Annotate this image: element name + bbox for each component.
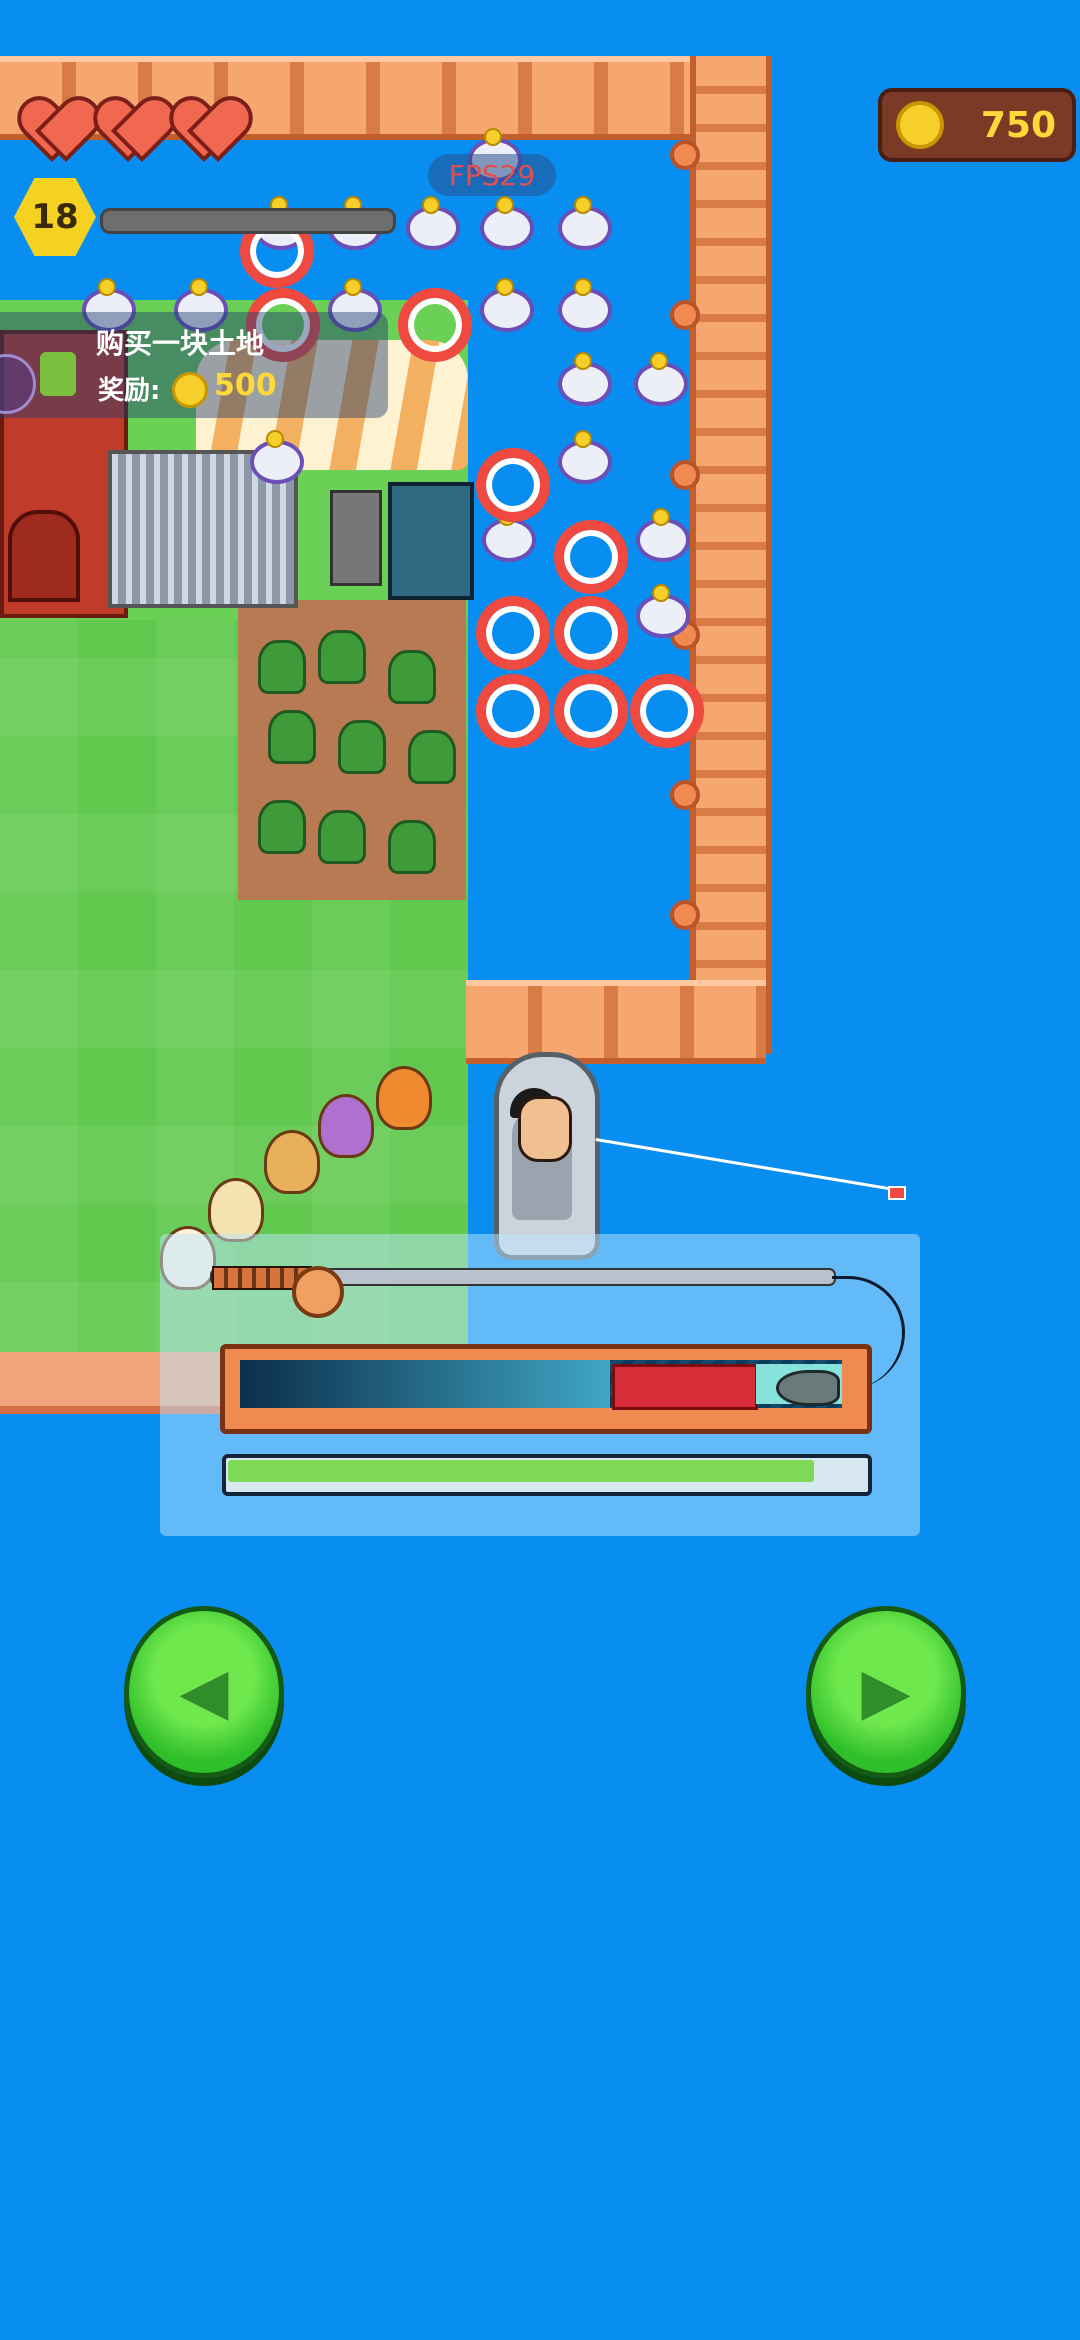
crop-plant[interactable] bbox=[258, 640, 306, 694]
drone[interactable] bbox=[472, 278, 534, 332]
drone[interactable] bbox=[550, 196, 612, 250]
xp-bar bbox=[100, 208, 396, 234]
quest-reward-label: 奖励: bbox=[98, 376, 161, 406]
fence-bottom bbox=[466, 980, 766, 1064]
machine[interactable] bbox=[388, 482, 474, 600]
fence-post bbox=[670, 300, 700, 330]
drone[interactable] bbox=[242, 430, 304, 484]
coin-counter[interactable]: 750 bbox=[878, 88, 1076, 162]
life-ring[interactable] bbox=[476, 674, 550, 748]
pet-carrot[interactable] bbox=[376, 1066, 432, 1130]
tension-catch-zone bbox=[612, 1364, 758, 1410]
drone[interactable] bbox=[550, 278, 612, 332]
move-left-button[interactable]: ◀ bbox=[124, 1606, 284, 1778]
move-right-button[interactable]: ▶ bbox=[806, 1606, 966, 1778]
fence-post bbox=[670, 460, 700, 490]
heart-icon bbox=[98, 100, 164, 160]
drone[interactable] bbox=[628, 508, 690, 562]
quest-side-icon bbox=[0, 354, 36, 414]
heart-icon bbox=[22, 100, 88, 160]
coin-icon bbox=[896, 101, 944, 149]
fishing-line bbox=[595, 1138, 894, 1191]
reel-icon bbox=[292, 1266, 344, 1318]
crop-plant[interactable] bbox=[318, 630, 366, 684]
player-character bbox=[518, 1096, 572, 1162]
right-arrow-icon: ▶ bbox=[861, 1655, 911, 1729]
crop-plant[interactable] bbox=[318, 810, 366, 864]
drone[interactable] bbox=[550, 352, 612, 406]
crop-plant[interactable] bbox=[388, 820, 436, 874]
drone[interactable] bbox=[550, 430, 612, 484]
pet-radish[interactable] bbox=[208, 1178, 264, 1242]
drone[interactable] bbox=[628, 584, 690, 638]
life-ring[interactable] bbox=[476, 448, 550, 522]
drone[interactable] bbox=[398, 196, 460, 250]
quest-card[interactable]: 购买一块土地 奖励: 500 bbox=[0, 312, 388, 418]
left-arrow-icon: ◀ bbox=[179, 1655, 229, 1729]
fence-right bbox=[690, 56, 772, 1054]
pet-onion[interactable] bbox=[264, 1130, 320, 1194]
life-ring[interactable] bbox=[554, 674, 628, 748]
pet-eggplant[interactable] bbox=[318, 1094, 374, 1158]
life-ring[interactable] bbox=[398, 288, 472, 362]
drone[interactable] bbox=[626, 352, 688, 406]
drone[interactable] bbox=[472, 196, 534, 250]
coin-value: 750 bbox=[980, 104, 1056, 146]
life-ring[interactable] bbox=[554, 520, 628, 594]
coin-icon bbox=[172, 372, 208, 408]
barn-door[interactable] bbox=[8, 510, 80, 602]
fence-post bbox=[670, 900, 700, 930]
quest-reward-value: 500 bbox=[214, 368, 277, 403]
crop-plant[interactable] bbox=[258, 800, 306, 854]
quest-title: 购买一块土地 bbox=[96, 327, 265, 360]
health-hearts bbox=[22, 100, 240, 160]
game-stage[interactable]: 18 FPS29 750 购买一块土地 奖励: 500 ◀ ▶ bbox=[0, 0, 1080, 2340]
fence-post bbox=[670, 140, 700, 170]
catch-progress-fill bbox=[228, 1460, 814, 1482]
quest-avatar-icon bbox=[40, 352, 76, 396]
life-ring[interactable] bbox=[630, 674, 704, 748]
crop-plant[interactable] bbox=[268, 710, 316, 764]
level-badge: 18 bbox=[14, 178, 96, 256]
fps-counter: FPS29 bbox=[428, 154, 556, 196]
crop-plant[interactable] bbox=[338, 720, 386, 774]
life-ring[interactable] bbox=[554, 596, 628, 670]
tension-gradient bbox=[240, 1360, 610, 1408]
fence-post bbox=[670, 780, 700, 810]
scarecrow[interactable] bbox=[330, 490, 382, 586]
life-ring[interactable] bbox=[476, 596, 550, 670]
heart-icon bbox=[174, 100, 240, 160]
fishing-bobber bbox=[888, 1186, 906, 1200]
crop-plant[interactable] bbox=[388, 650, 436, 704]
fish-icon bbox=[776, 1370, 840, 1406]
crop-plant[interactable] bbox=[408, 730, 456, 784]
crop-field[interactable] bbox=[238, 600, 466, 900]
